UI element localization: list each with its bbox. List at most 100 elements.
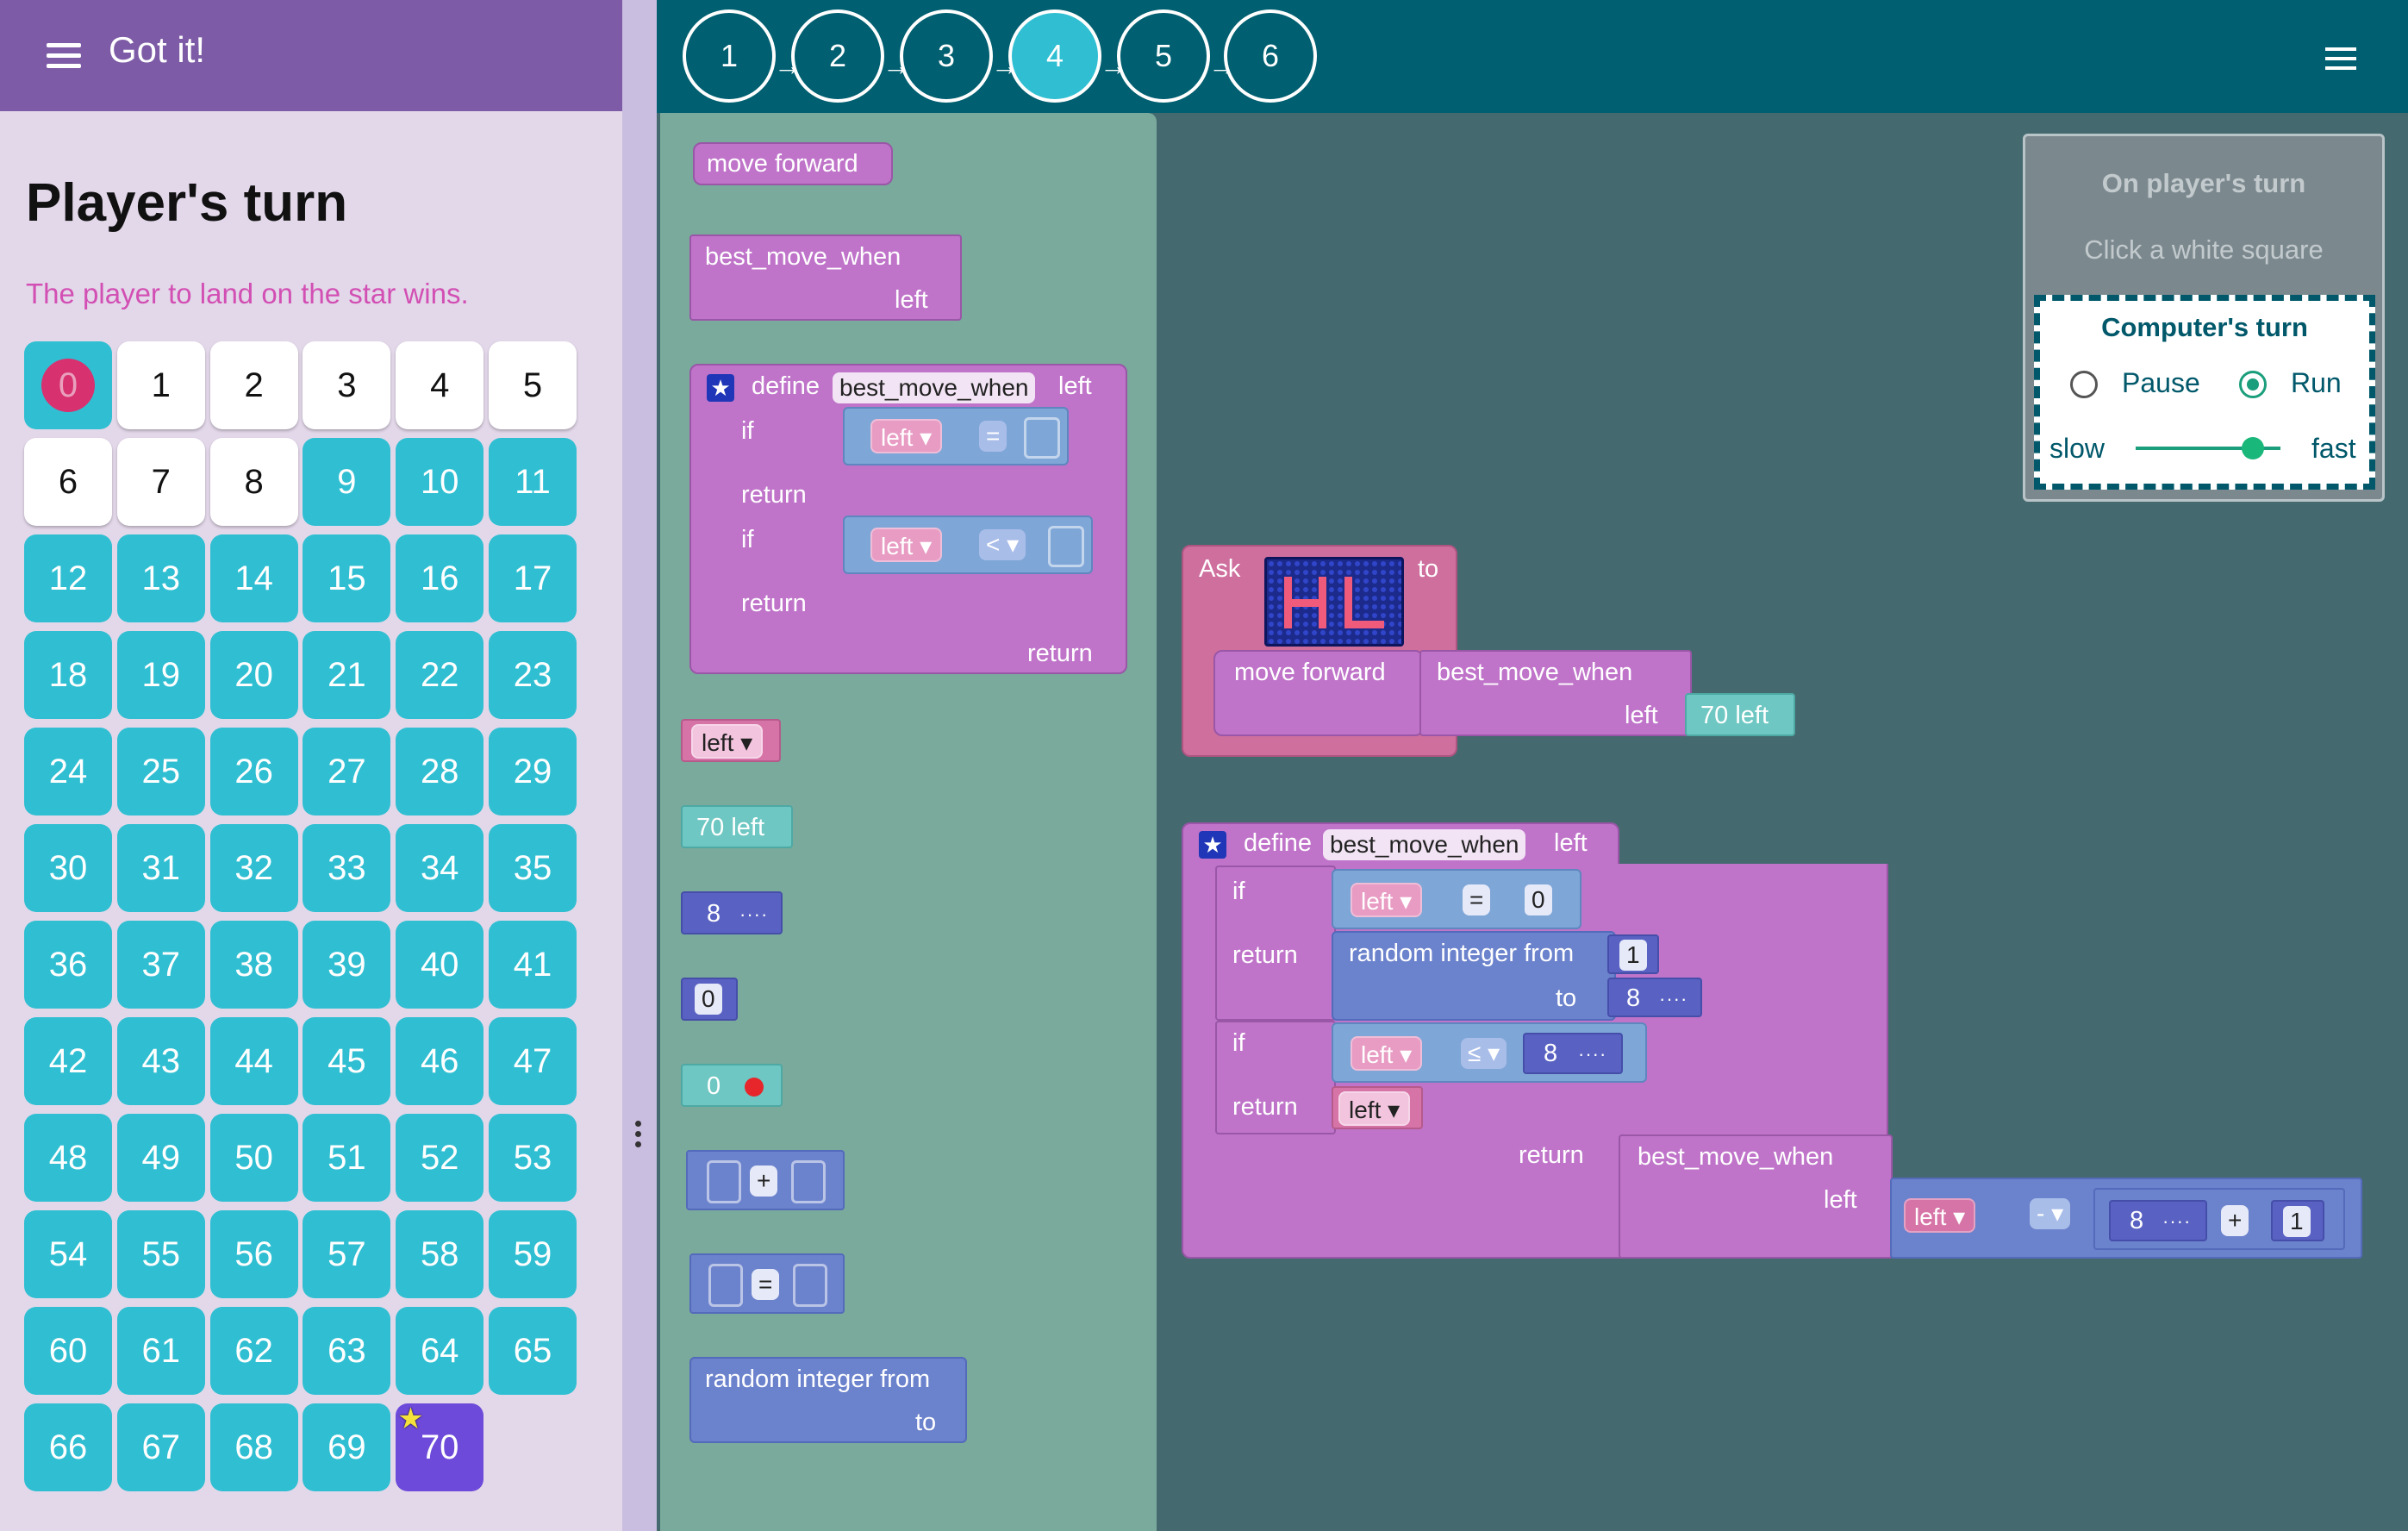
variable-dropdown[interactable]: left ▾	[1904, 1198, 1976, 1233]
board-cell[interactable]: 53	[489, 1114, 577, 1202]
operator-field[interactable]: +	[2221, 1205, 2249, 1236]
call-best-move-block[interactable]: best_move_when left	[1419, 650, 1692, 736]
board-cell[interactable]: 56	[209, 1210, 298, 1298]
board-cell[interactable]: 35	[489, 824, 577, 912]
step-2-button[interactable]: 2	[791, 9, 884, 103]
variable-dropdown[interactable]: left ▾	[870, 419, 943, 453]
compare-block[interactable]: left ▾ = 0	[1332, 869, 1581, 929]
step-4-button[interactable]: 4	[1008, 9, 1101, 103]
board-cell[interactable]: 36	[24, 921, 112, 1009]
board-cell[interactable]: 18	[24, 631, 112, 719]
toolbox-number-8-block[interactable]: 8 ····	[681, 891, 783, 934]
board-cell[interactable]: 61	[116, 1307, 205, 1395]
board-cell[interactable]: 19	[116, 631, 205, 719]
board-cell[interactable]: 45	[303, 1017, 391, 1105]
operator-field[interactable]: =	[979, 421, 1007, 452]
speed-slider-thumb[interactable]	[2242, 437, 2264, 459]
operator-field[interactable]: +	[750, 1165, 778, 1197]
number-field[interactable]: 1	[1619, 940, 1647, 971]
toolbox-zero-red-block[interactable]: 0	[681, 1064, 783, 1107]
board-cell[interactable]: 28	[396, 728, 484, 815]
empty-slot[interactable]	[707, 1160, 741, 1203]
board-cell[interactable]: 3	[303, 341, 391, 429]
toolbox-random-integer-block[interactable]: random integer from to	[689, 1357, 967, 1443]
operator-dropdown[interactable]: ≤ ▾	[1461, 1038, 1507, 1069]
board-cell[interactable]: 11	[489, 438, 577, 526]
step-3-button[interactable]: 3	[900, 9, 993, 103]
toolbox-left-variable-block[interactable]: left ▾	[681, 719, 781, 762]
board-cell[interactable]: 41	[489, 921, 577, 1009]
board-cell[interactable]: 9	[303, 438, 391, 526]
board-cell[interactable]: 70 ★	[396, 1403, 484, 1491]
operator-dropdown[interactable]: - ▾	[2030, 1198, 2071, 1229]
board-cell[interactable]: 5	[489, 341, 577, 429]
number-field[interactable]: 0	[1525, 884, 1552, 915]
board-cell[interactable]: 13	[116, 534, 205, 622]
number-8-block[interactable]: 8 ····	[1523, 1033, 1623, 1074]
define-function-block[interactable]: ★ define best_move_when left	[1182, 822, 1619, 865]
board-cell[interactable]: 32	[209, 824, 298, 912]
toolbox-define-block[interactable]: ★ define best_move_when left if return i…	[689, 364, 1127, 674]
menu-icon[interactable]	[47, 43, 81, 69]
board-cell[interactable]: 38	[209, 921, 298, 1009]
number-8-block[interactable]: 8 ····	[2109, 1200, 2207, 1241]
number-1-block[interactable]: 1	[1607, 934, 1659, 974]
add-block[interactable]: 8 ···· + 1	[2093, 1188, 2345, 1250]
board-cell[interactable]: 22	[396, 631, 484, 719]
board-cell[interactable]: 8	[209, 438, 298, 526]
value-70-left-block[interactable]: 70 left	[1685, 693, 1795, 736]
function-name-field[interactable]: best_move_when	[833, 372, 1036, 403]
board-cell[interactable]: 55	[116, 1210, 205, 1298]
board-cell[interactable]: 64	[396, 1307, 484, 1395]
board-cell[interactable]: 24	[24, 728, 112, 815]
empty-slot[interactable]	[708, 1264, 743, 1307]
board-cell[interactable]: 44	[209, 1017, 298, 1105]
board-cell[interactable]: 39	[303, 921, 391, 1009]
compare-block[interactable]: left ▾ =	[843, 407, 1069, 466]
board-cell[interactable]: 29	[489, 728, 577, 815]
board-cell[interactable]: 40	[396, 921, 484, 1009]
if-block[interactable]: if return	[1215, 865, 1336, 1021]
variable-dropdown[interactable]: left ▾	[1351, 1036, 1423, 1071]
board-cell[interactable]: 50	[209, 1114, 298, 1202]
board-cell[interactable]: 17	[489, 534, 577, 622]
board-cell[interactable]: 46	[396, 1017, 484, 1105]
step-5-button[interactable]: 5	[1117, 9, 1210, 103]
number-field[interactable]: 0	[695, 984, 722, 1015]
random-integer-block[interactable]: random integer from to	[1332, 931, 1616, 1021]
toolbox-70-left-block[interactable]: 70 left	[681, 805, 793, 848]
function-name-field[interactable]: best_move_when	[1323, 829, 1526, 860]
empty-slot[interactable]	[1048, 526, 1084, 567]
board-cell[interactable]: 58	[396, 1210, 484, 1298]
board-cell[interactable]: 2	[209, 341, 298, 429]
board-cell[interactable]: 10	[396, 438, 484, 526]
move-forward-block[interactable]: move forward	[1213, 650, 1424, 736]
call-best-move-block[interactable]: best_move_when left	[1619, 1134, 1893, 1259]
board-cell[interactable]: 69	[303, 1403, 391, 1491]
board-cell[interactable]: 66	[24, 1403, 112, 1491]
board-cell[interactable]: 52	[396, 1114, 484, 1202]
board-cell[interactable]: 37	[116, 921, 205, 1009]
board-cell[interactable]: 7	[116, 438, 205, 526]
empty-slot[interactable]	[791, 1160, 826, 1203]
board-cell[interactable]: 23	[489, 631, 577, 719]
board-cell[interactable]: 33	[303, 824, 391, 912]
board-cell[interactable]: 47	[489, 1017, 577, 1105]
board-cell[interactable]: 60	[24, 1307, 112, 1395]
number-1-block[interactable]: 1	[2271, 1200, 2324, 1241]
compare-block[interactable]: left ▾ < ▾	[843, 516, 1093, 574]
board-cell[interactable]: 54	[24, 1210, 112, 1298]
board-cell[interactable]: 15	[303, 534, 391, 622]
compare-block[interactable]: left ▾ ≤ ▾ 8 ····	[1332, 1022, 1647, 1083]
number-field[interactable]: 1	[2283, 1206, 2311, 1237]
board-cell[interactable]: 68	[209, 1403, 298, 1491]
variable-dropdown[interactable]: left ▾	[1338, 1091, 1411, 1126]
subtract-block[interactable]: left ▾ - ▾ 8 ···· + 1	[1890, 1178, 2362, 1259]
empty-slot[interactable]	[1024, 417, 1060, 459]
board-cell[interactable]: 42	[24, 1017, 112, 1105]
toolbox-plus-block[interactable]: +	[686, 1150, 845, 1210]
board-cell[interactable]: 34	[396, 824, 484, 912]
drag-handle-icon[interactable]	[635, 1121, 644, 1152]
board-cell[interactable]: 0	[24, 341, 112, 429]
variable-dropdown[interactable]: left ▾	[1351, 883, 1423, 917]
